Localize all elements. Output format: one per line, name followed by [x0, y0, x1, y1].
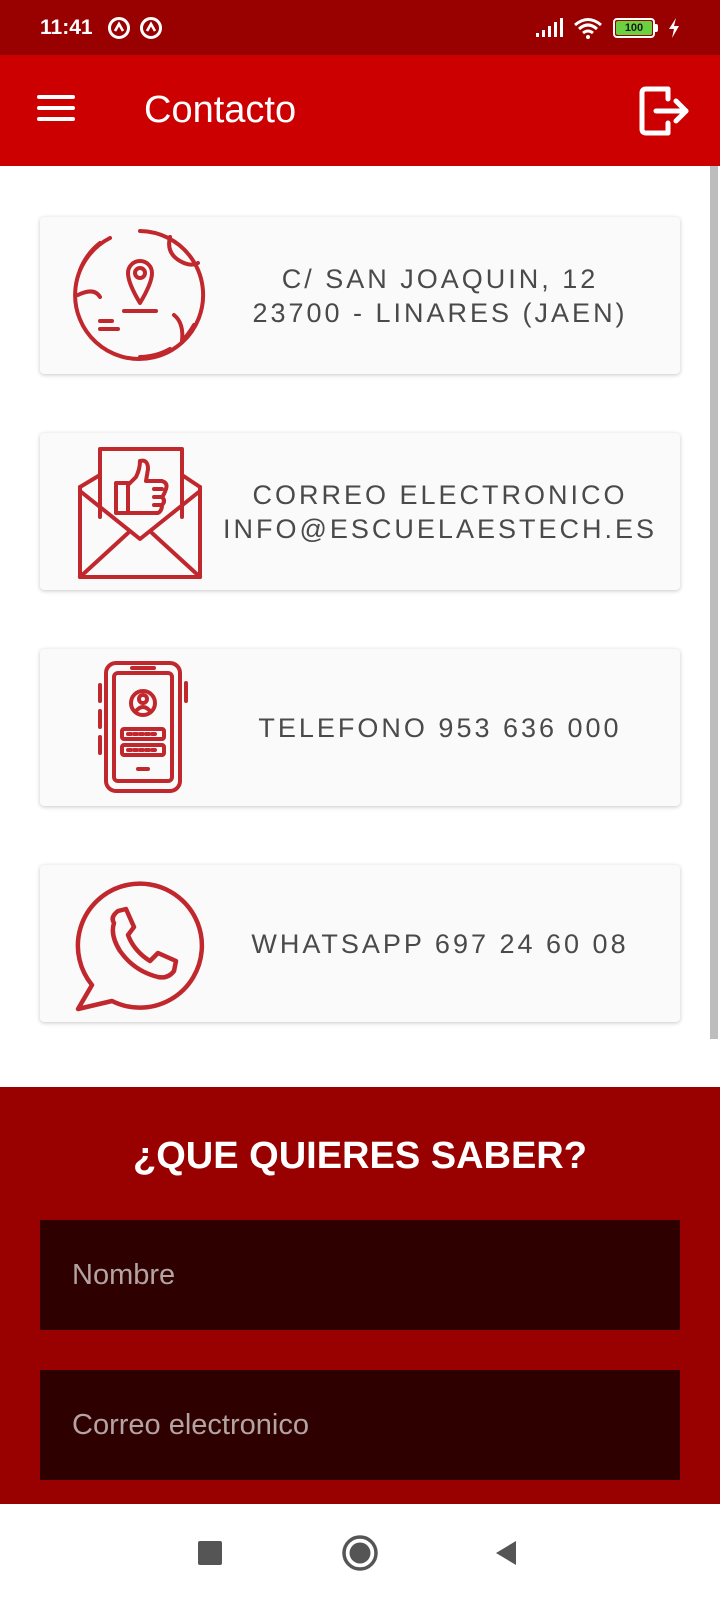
contact-card-email[interactable]: CORREO ELECTRONICO INFO@ESCUELAESTECH.ES — [40, 433, 680, 590]
email-label: CORREO ELECTRONICO — [252, 479, 628, 510]
email-address: INFO@ESCUELAESTECH.ES — [223, 513, 657, 544]
whatsapp-icon — [75, 881, 205, 1012]
mail-thumbs-up-icon — [78, 447, 202, 579]
signal-icon — [536, 17, 563, 37]
address-line-2: 23700 - LINARES (JAEN) — [252, 297, 628, 328]
email-text: CORREO ELECTRONICO INFO@ESCUELAESTECH.ES — [220, 433, 660, 590]
address-text: C/ SAN JOAQUIN, 12 23700 - LINARES (JAEN… — [220, 217, 660, 374]
notification-icon — [139, 16, 162, 39]
notification-icon — [107, 16, 130, 39]
phone-number: TELEFONO 953 636 000 — [258, 712, 622, 743]
status-time: 11:41 — [40, 15, 93, 39]
whatsapp-number: WHATSAPP 697 24 60 08 — [251, 928, 629, 959]
page-title: Contacto — [144, 89, 297, 131]
battery-level: 100 — [616, 20, 652, 35]
scrollbar[interactable] — [710, 166, 718, 1039]
menu-icon-line — [37, 117, 75, 121]
charging-icon — [669, 17, 679, 38]
system-nav-bar — [0, 1504, 720, 1600]
battery-icon: 100 — [613, 17, 658, 38]
home-icon[interactable] — [341, 1534, 379, 1572]
form-title: ¿QUE QUIERES SABER? — [133, 1135, 587, 1177]
status-right-icons: 100 — [535, 17, 680, 39]
phone-login-icon — [98, 661, 188, 793]
contact-card-address[interactable]: C/ SAN JOAQUIN, 12 23700 - LINARES (JAEN… — [40, 217, 680, 374]
whatsapp-text: WHATSAPP 697 24 60 08 — [220, 865, 660, 1022]
email-input[interactable] — [40, 1370, 680, 1480]
name-input[interactable] — [40, 1220, 680, 1330]
back-icon[interactable] — [494, 1540, 518, 1566]
menu-icon-line — [37, 106, 75, 110]
address-line-1: C/ SAN JOAQUIN, 12 — [281, 263, 599, 294]
recent-apps-icon[interactable] — [198, 1541, 222, 1565]
phone-text: TELEFONO 953 636 000 — [220, 649, 660, 806]
menu-icon-line — [37, 95, 75, 99]
logout-icon[interactable] — [638, 85, 692, 137]
status-notification-icons — [107, 16, 163, 40]
menu-button[interactable] — [37, 95, 75, 125]
app-bar: Contacto — [0, 55, 720, 166]
contact-card-phone[interactable]: TELEFONO 953 636 000 — [40, 649, 680, 806]
status-bar: 11:41 100 — [0, 0, 720, 55]
contact-form: ¿QUE QUIERES SABER? — [0, 1087, 720, 1504]
wifi-icon — [574, 17, 602, 39]
contact-card-whatsapp[interactable]: WHATSAPP 697 24 60 08 — [40, 865, 680, 1022]
map-location-icon — [73, 229, 206, 361]
